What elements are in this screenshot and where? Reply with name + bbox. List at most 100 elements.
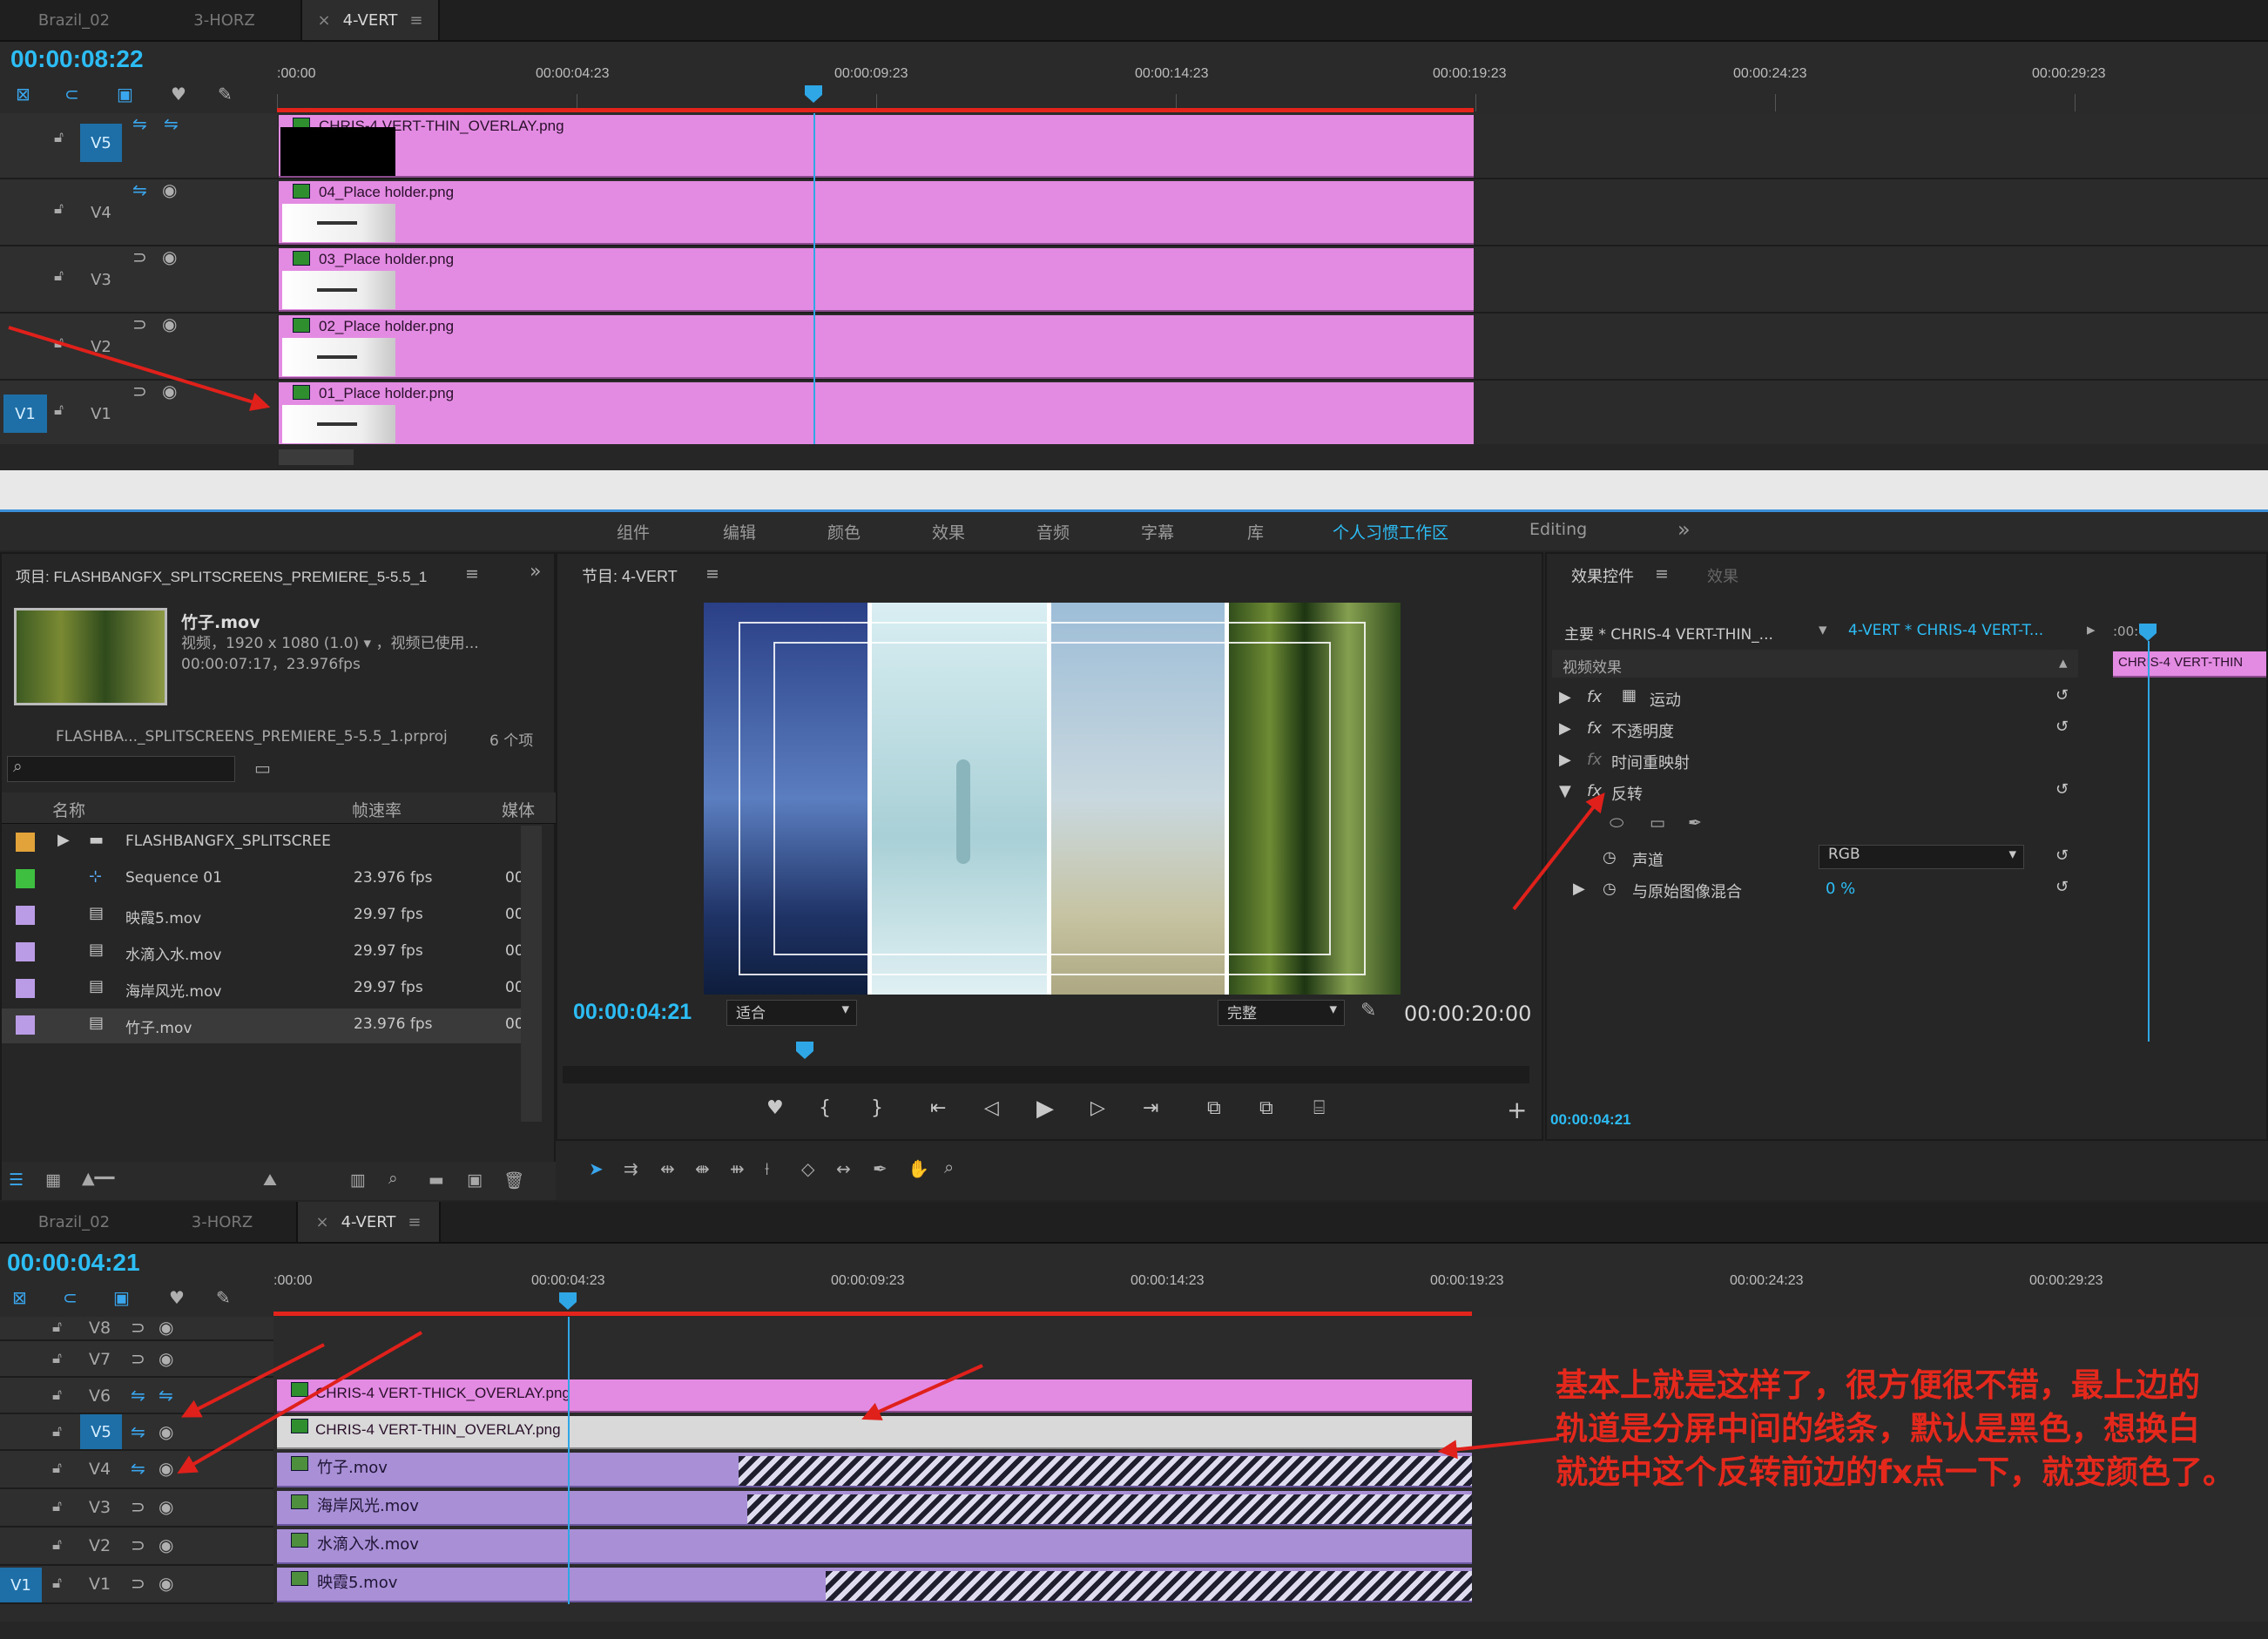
sort-icon[interactable]: ⛰ bbox=[263, 1170, 277, 1190]
reset-icon[interactable]: ↺ bbox=[2055, 846, 2069, 865]
close-icon[interactable]: × bbox=[316, 1213, 329, 1231]
lock-icon[interactable]: 🔓︎ bbox=[52, 1423, 66, 1440]
clip-v3[interactable]: 海岸风光.mov bbox=[277, 1491, 1472, 1526]
track-target-v7[interactable]: V7 bbox=[89, 1350, 111, 1369]
extract-button[interactable]: ⧉ bbox=[1259, 1097, 1273, 1119]
menu-icon[interactable]: ≡ bbox=[409, 11, 422, 30]
list-item[interactable]: ▤ 海岸风光.mov 29.97 fps 00 bbox=[2, 972, 524, 1007]
source-patch-v1[interactable]: V1 bbox=[0, 1568, 42, 1602]
sync-lock-icon[interactable]: ⇋ bbox=[131, 1385, 145, 1406]
fx-toggle-icon[interactable]: fx bbox=[1587, 719, 1602, 738]
track-target-v5[interactable]: V5 bbox=[80, 124, 122, 162]
mini-clip[interactable]: CHRIS-4 VERT-THIN bbox=[2113, 651, 2266, 678]
close-icon[interactable]: × bbox=[318, 11, 331, 30]
lock-icon[interactable]: 🔓︎ bbox=[54, 200, 68, 218]
eye-icon[interactable]: ◉ bbox=[159, 1534, 173, 1555]
snap-icon[interactable]: ⊠ bbox=[12, 1287, 27, 1308]
work-area-bar[interactable] bbox=[277, 108, 1474, 112]
panel-menu-icon[interactable]: ≡ bbox=[465, 564, 479, 583]
eye-icon[interactable]: ◉ bbox=[162, 179, 177, 200]
slip-tool-icon[interactable]: ◇ bbox=[801, 1158, 814, 1179]
menu-icon[interactable]: ≡ bbox=[408, 1213, 421, 1231]
list-item[interactable]: ▤ 映霞5.mov 29.97 fps 00 bbox=[2, 899, 524, 934]
source-patch-v1[interactable]: V1 bbox=[3, 395, 47, 433]
sync-lock-icon[interactable]: ⊃ bbox=[131, 1317, 145, 1338]
sync-lock-icon[interactable]: ⊃ bbox=[132, 246, 147, 267]
add-marker-icon[interactable]: ▣ bbox=[117, 84, 133, 105]
panel-menu-icon[interactable]: ≡ bbox=[1655, 564, 1669, 583]
workspace-color[interactable]: 颜色 bbox=[827, 520, 861, 543]
lock-icon[interactable]: 🔓︎ bbox=[52, 1350, 66, 1367]
bottom-timeline-ruler[interactable]: :00:00 00:00:04:23 00:00:09:23 00:00:14:… bbox=[273, 1244, 2268, 1317]
eye-icon[interactable]: ◉ bbox=[159, 1496, 173, 1517]
expand-icon[interactable]: ▶ bbox=[1559, 688, 1571, 706]
project-scrollbar[interactable] bbox=[521, 826, 542, 1122]
marker-icon[interactable]: ♥ bbox=[171, 84, 186, 105]
lock-icon[interactable]: 🔓︎ bbox=[52, 1319, 66, 1336]
track-target-v1[interactable]: V1 bbox=[80, 395, 122, 433]
panel-expand-icon[interactable]: » bbox=[530, 561, 541, 583]
sync-lock-icon[interactable]: ⊃ bbox=[132, 381, 147, 401]
master-clip-selector[interactable]: 主要 * CHRIS-4 VERT-THIN_... bbox=[1564, 622, 1773, 644]
effect-time-remapping[interactable]: ▶ fx 时间重映射 bbox=[1559, 747, 2082, 777]
stopwatch-icon[interactable]: ◷ bbox=[1603, 880, 1617, 898]
effect-controls-timecode[interactable]: 00:00:04:21 bbox=[1550, 1111, 1631, 1129]
new-bin-icon[interactable]: ▬ bbox=[429, 1170, 444, 1190]
new-bin-icon[interactable]: ▭ bbox=[254, 758, 271, 779]
collapse-icon[interactable]: ▴ bbox=[2059, 653, 2068, 672]
snap-icon[interactable]: ⊠ bbox=[16, 84, 30, 105]
marker-icon[interactable]: ♥ bbox=[169, 1287, 185, 1308]
tab-4-vert[interactable]: × 4-VERT ≡ bbox=[296, 1202, 441, 1242]
sync-lock-icon[interactable]: ⊃ bbox=[132, 314, 147, 334]
settings-wrench-icon[interactable]: ✎ bbox=[1360, 1000, 1376, 1022]
track-target-v3[interactable]: V3 bbox=[80, 260, 122, 299]
tab-4-vert[interactable]: × 4-VERT ≡ bbox=[300, 0, 440, 40]
effect-invert[interactable]: ▼ fx 反转 ↺ bbox=[1559, 779, 2082, 808]
playhead-handle[interactable] bbox=[805, 85, 822, 103]
stopwatch-icon[interactable]: ◷ bbox=[1603, 848, 1617, 867]
expand-icon[interactable]: ▶ bbox=[1559, 719, 1571, 738]
mark-in-button[interactable]: { bbox=[819, 1097, 831, 1119]
timecode-display[interactable]: 00:00:08:22 bbox=[10, 45, 144, 73]
linked-selection-icon[interactable]: ⊂ bbox=[63, 1287, 78, 1308]
workspace-audio[interactable]: 音频 bbox=[1036, 520, 1070, 543]
clip-v2[interactable]: 水滴入水.mov bbox=[277, 1529, 1472, 1564]
zoom-slider[interactable]: ▲━━ bbox=[82, 1169, 115, 1188]
top-timeline-ruler[interactable]: :00:00 00:00:04:23 00:00:09:23 00:00:14:… bbox=[277, 42, 2268, 113]
column-name[interactable]: 名称 bbox=[52, 798, 85, 821]
workspace-assembly[interactable]: 组件 bbox=[617, 520, 650, 543]
rolling-edit-tool-icon[interactable]: ⇼ bbox=[695, 1158, 710, 1179]
program-timecode[interactable]: 00:00:04:21 bbox=[573, 1000, 692, 1025]
eye-icon[interactable]: ◉ bbox=[159, 1421, 173, 1442]
workspace-custom[interactable]: 个人习惯工作区 bbox=[1333, 520, 1448, 543]
lock-icon[interactable]: 🔓︎ bbox=[54, 267, 68, 285]
search-input[interactable]: ⌕ bbox=[7, 756, 235, 782]
workspace-titles[interactable]: 字幕 bbox=[1141, 520, 1174, 543]
clip-v3[interactable]: 03_Place holder.png bbox=[279, 248, 1474, 312]
timecode-display[interactable]: 00:00:04:21 bbox=[7, 1249, 140, 1277]
zoom-tool-icon[interactable]: ⌕ bbox=[944, 1157, 954, 1177]
track-target-v3[interactable]: V3 bbox=[89, 1498, 111, 1517]
sync-lock-icon[interactable]: ⇋ bbox=[131, 1421, 145, 1442]
lock-icon[interactable]: 🔓︎ bbox=[52, 1498, 66, 1515]
lock-icon[interactable]: 🔓︎ bbox=[52, 1460, 66, 1477]
ellipse-mask-icon[interactable]: ⬭ bbox=[1610, 813, 1623, 833]
eye-icon[interactable]: ◉ bbox=[162, 246, 177, 267]
quality-dropdown[interactable]: 完整 ▾ bbox=[1218, 1000, 1345, 1026]
track-target-v8[interactable]: V8 bbox=[89, 1319, 111, 1338]
lock-icon[interactable]: 🔓︎ bbox=[52, 1536, 66, 1554]
playhead-handle[interactable] bbox=[559, 1292, 577, 1310]
ripple-edit-tool-icon[interactable]: ⇹ bbox=[660, 1158, 675, 1179]
top-timeline-scrollbar[interactable] bbox=[0, 444, 2268, 470]
workspace-editing-en[interactable]: Editing bbox=[1529, 520, 1587, 539]
track-target-v2[interactable]: V2 bbox=[89, 1536, 111, 1555]
column-media[interactable]: 媒体 bbox=[502, 798, 535, 821]
toggle-output-icon[interactable]: ⇋ bbox=[159, 1385, 173, 1406]
column-frame-rate[interactable]: 帧速率 bbox=[352, 798, 402, 821]
lock-icon[interactable]: 🔓︎ bbox=[54, 129, 68, 146]
sync-lock-icon[interactable]: ⊃ bbox=[131, 1573, 145, 1594]
clip-v1[interactable]: 01_Place holder.png bbox=[279, 382, 1474, 446]
mark-out-button[interactable]: } bbox=[871, 1097, 883, 1119]
lock-icon[interactable]: 🔓︎ bbox=[54, 401, 68, 419]
work-area-bar[interactable] bbox=[273, 1312, 1472, 1316]
